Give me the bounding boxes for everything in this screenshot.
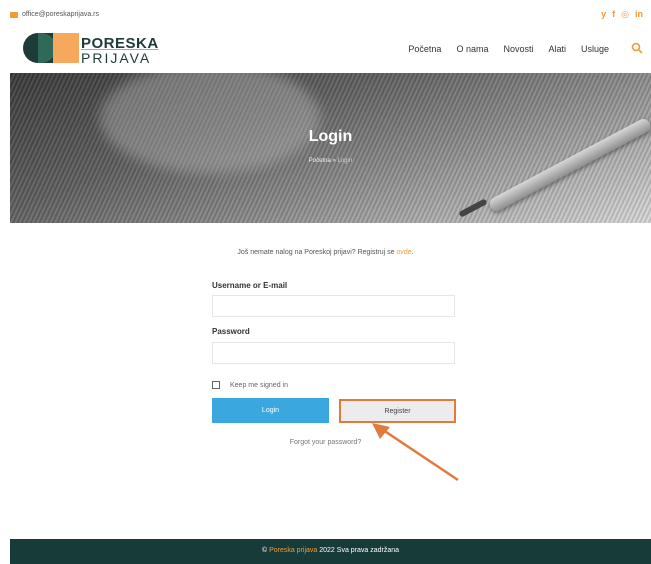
mail-icon	[10, 11, 18, 18]
site-header: PORESKA PRIJAVA Početna O nama Novosti A…	[0, 30, 651, 74]
keep-signed-in-label: Keep me signed in	[230, 381, 288, 389]
nav-item-pocetna[interactable]: Početna	[408, 44, 441, 54]
main-nav: Početna O nama Novosti Alati Usluge	[408, 44, 609, 54]
site-footer: © Poreska prijava 2022 Sva prava zadržan…	[10, 539, 651, 564]
password-label: Password	[212, 327, 250, 336]
footer-rights: 2022 Sva prava zadržana	[317, 547, 400, 554]
search-icon[interactable]	[631, 42, 643, 54]
breadcrumb: Početna » Login	[10, 158, 651, 164]
nav-item-o-nama[interactable]: O nama	[456, 44, 488, 54]
nav-item-usluge[interactable]: Usluge	[581, 44, 609, 54]
keep-signed-in[interactable]: Keep me signed in	[212, 381, 288, 389]
twitter-icon[interactable]: y	[601, 9, 606, 19]
pointer-arrow	[372, 423, 459, 482]
top-bar: office@poreskaprijava.rs y f ◎ in	[0, 0, 651, 30]
register-prompt-end: .	[411, 249, 414, 256]
page-title: Login	[308, 128, 353, 145]
logo-shape-orange	[53, 33, 79, 63]
linkedin-icon[interactable]: in	[635, 9, 643, 19]
username-label: Username or E-mail	[212, 281, 288, 290]
password-input[interactable]	[212, 342, 455, 364]
nav-item-alati[interactable]: Alati	[548, 44, 566, 54]
logo-text-line2: PRIJAVA	[81, 50, 152, 66]
breadcrumb-separator: »	[330, 158, 338, 164]
register-here-link[interactable]: ovde	[397, 249, 412, 256]
login-button[interactable]: Login	[212, 398, 329, 423]
breadcrumb-home[interactable]: Početna	[309, 158, 331, 164]
footer-copyright: ©	[261, 547, 270, 554]
nav-item-novosti[interactable]: Novosti	[503, 44, 533, 54]
forgot-password-link[interactable]: Forgot your password?	[0, 439, 651, 446]
footer-brand-link[interactable]: Poreska prijava	[269, 547, 317, 554]
register-prompt: Još nemate nalog na Poreskoj prijavi? Re…	[0, 249, 651, 256]
social-links: y f ◎ in	[601, 9, 643, 19]
hero-texture	[10, 73, 651, 223]
username-input[interactable]	[212, 295, 455, 317]
email-text: office@poreskaprijava.rs	[22, 11, 100, 18]
breadcrumb-current: Login	[337, 158, 353, 164]
keep-signed-in-checkbox[interactable]	[212, 381, 220, 389]
facebook-icon[interactable]: f	[612, 9, 615, 19]
footer-text: © Poreska prijava 2022 Sva prava zadržan…	[10, 547, 651, 554]
email-contact[interactable]: office@poreskaprijava.rs	[10, 11, 99, 18]
site-logo[interactable]: PORESKA PRIJAVA	[23, 33, 158, 69]
instagram-icon[interactable]: ◎	[621, 9, 629, 19]
page-hero: Login Početna » Login	[10, 73, 651, 223]
register-prompt-text: Još nemate nalog na Poreskoj prijavi? Re…	[237, 249, 397, 256]
